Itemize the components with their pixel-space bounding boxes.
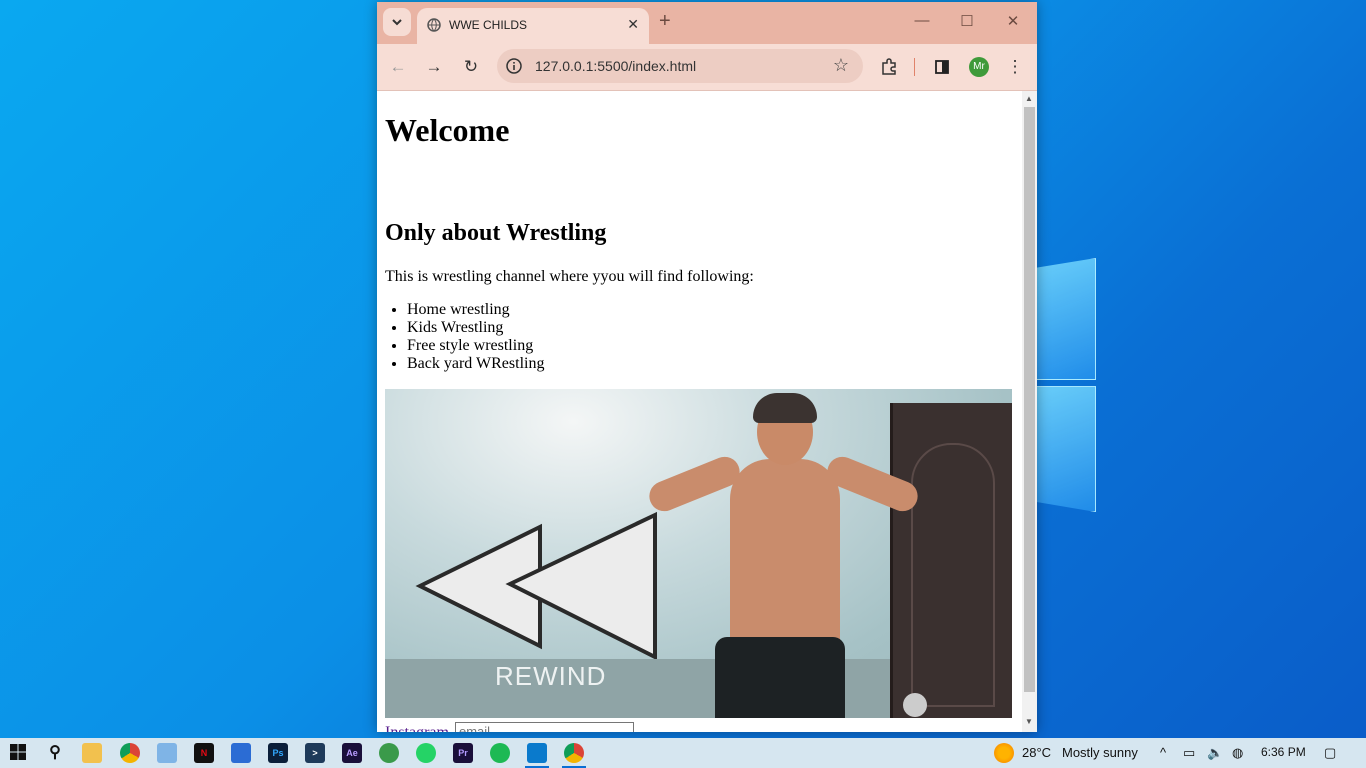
close-tab-icon[interactable]: ✕: [627, 16, 639, 33]
store-icon[interactable]: [231, 743, 251, 763]
maximize-icon[interactable]: ☐: [957, 12, 977, 30]
site-info-icon[interactable]: [505, 57, 523, 75]
desktop-windows-logo: [1036, 258, 1098, 512]
after-effects-icon[interactable]: Ae: [342, 743, 362, 763]
scroll-down-arrow-icon[interactable]: ▼: [1025, 717, 1033, 726]
scroll-up-arrow-icon[interactable]: ▲: [1025, 94, 1033, 103]
chrome-active-icon[interactable]: [564, 743, 584, 763]
page-viewport: Welcome Only about Wrestling This is wre…: [377, 91, 1037, 732]
list-item: Kids Wrestling: [407, 319, 1015, 337]
photoshop-icon[interactable]: Ps: [268, 743, 288, 763]
weather-sun-icon[interactable]: [994, 743, 1014, 763]
door-knob: [903, 693, 927, 717]
footer-line: Instagram: [385, 722, 1015, 732]
bookmark-star-icon[interactable]: ☆: [833, 55, 849, 76]
whatsapp-icon[interactable]: [416, 743, 436, 763]
clock[interactable]: 6:36 PM: [1261, 745, 1306, 759]
browser-window: WWE CHILDS ✕ + — ☐ ✕ ← → ↻ 127.0.0.1:550…: [377, 2, 1037, 732]
battery-icon[interactable]: ▭: [1183, 745, 1195, 761]
person: [730, 459, 840, 649]
extensions-icon[interactable]: [878, 56, 900, 78]
premiere-icon[interactable]: Pr: [453, 743, 473, 763]
spotify-icon[interactable]: [490, 743, 510, 763]
address-bar[interactable]: 127.0.0.1:5500/index.html ☆: [497, 49, 863, 83]
vertical-scrollbar[interactable]: ▲ ▼: [1022, 91, 1037, 732]
back-icon[interactable]: ←: [387, 56, 409, 78]
profile-avatar[interactable]: Mr: [969, 57, 989, 77]
reload-icon[interactable]: ↻: [460, 56, 482, 78]
start-icon[interactable]: [8, 743, 28, 763]
tab-bar: WWE CHILDS ✕ + — ☐ ✕: [377, 2, 1037, 44]
list-item: Back yard WRestling: [407, 355, 1015, 373]
minimize-icon[interactable]: —: [912, 12, 932, 29]
chevron-up-icon[interactable]: ^: [1160, 745, 1166, 760]
toolbar-divider: [914, 58, 915, 76]
list-item: Home wrestling: [407, 301, 1015, 319]
vscode-icon[interactable]: [527, 743, 547, 763]
earth-icon[interactable]: [379, 743, 399, 763]
globe-icon: [427, 18, 441, 32]
forward-icon[interactable]: →: [423, 56, 445, 78]
weather-desc[interactable]: Mostly sunny: [1062, 745, 1138, 760]
search-icon[interactable]: ⚲: [45, 743, 65, 763]
page-heading: Welcome: [385, 112, 510, 148]
tab-search-button[interactable]: [383, 8, 411, 36]
rewind-label: REWIND: [495, 661, 607, 691]
door: [890, 403, 1012, 718]
file-explorer-icon[interactable]: [82, 743, 102, 763]
tab-title: WWE CHILDS: [449, 18, 527, 32]
hero-image: REWIND: [385, 389, 1012, 718]
url-text: 127.0.0.1:5500/index.html: [535, 58, 697, 74]
taskbar: ⚲ N Ps > Ae Pr 28°C Mostly sunny ^ ▭ 🔈 ◍…: [0, 738, 1366, 768]
new-tab-button[interactable]: +: [659, 10, 671, 33]
page-subheading: Only about Wrestling: [385, 220, 607, 246]
chrome-icon[interactable]: [120, 743, 140, 763]
intro-text: This is wrestling channel where yyou wil…: [385, 268, 754, 285]
page-content: Welcome Only about Wrestling This is wre…: [385, 91, 1015, 732]
side-panel-icon[interactable]: [931, 56, 953, 78]
tab-active[interactable]: WWE CHILDS ✕: [417, 8, 649, 44]
list-item: Free style wrestling: [407, 337, 1015, 355]
scrollbar-thumb[interactable]: [1024, 107, 1035, 692]
weather-temp[interactable]: 28°C: [1022, 745, 1051, 760]
close-window-icon[interactable]: ✕: [1003, 12, 1023, 30]
terminal-icon[interactable]: >: [305, 743, 325, 763]
volume-muted-icon[interactable]: 🔈: [1207, 745, 1223, 761]
chevron-down-icon: [392, 19, 402, 26]
notification-icon[interactable]: ▢: [1324, 745, 1336, 761]
topic-list: Home wrestling Kids Wrestling Free style…: [385, 301, 1015, 373]
email-field[interactable]: [454, 722, 634, 732]
menu-kebab-icon[interactable]: ⋮: [1004, 56, 1026, 78]
notepad-icon[interactable]: [157, 743, 177, 763]
netflix-icon[interactable]: N: [194, 743, 214, 763]
rewind-icon: [415, 511, 657, 659]
network-globe-icon[interactable]: ◍: [1232, 745, 1243, 761]
instagram-link[interactable]: Instagram: [385, 724, 449, 732]
browser-toolbar: ← → ↻ 127.0.0.1:5500/index.html ☆ Mr ⋮: [377, 44, 1037, 91]
